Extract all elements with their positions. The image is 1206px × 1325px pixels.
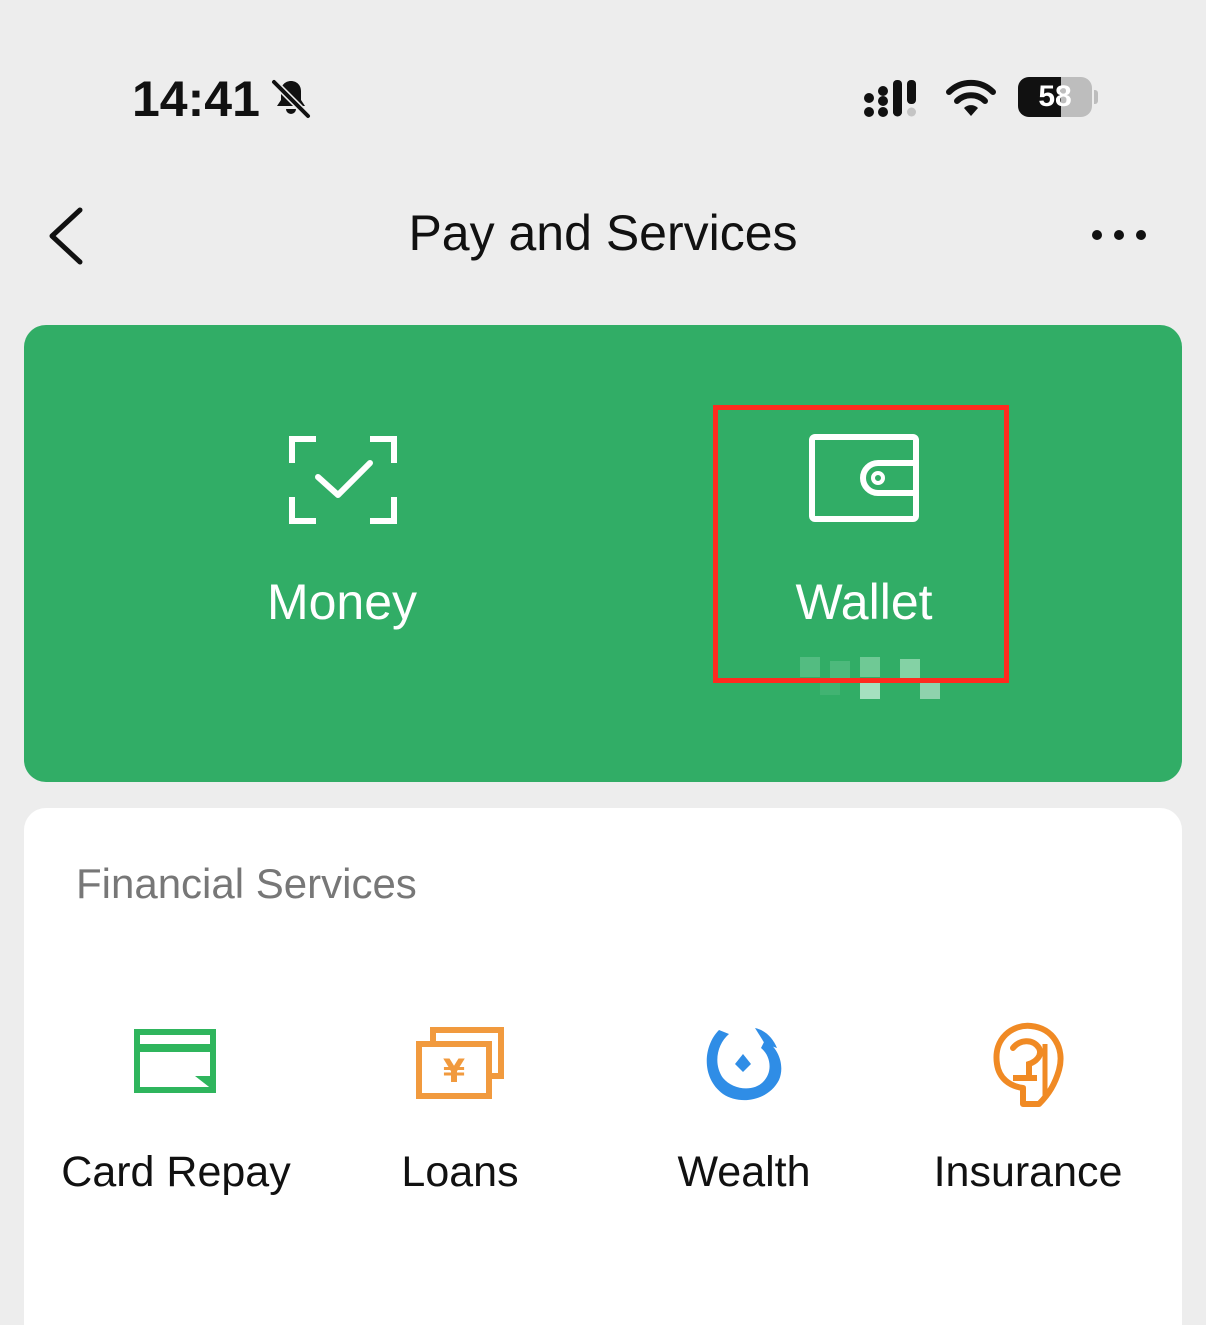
insurance-label: Insurance <box>933 1148 1123 1196</box>
section-title: Financial Services <box>76 860 417 907</box>
status-time: 14:41 <box>132 71 260 127</box>
wifi-icon <box>946 79 996 116</box>
page-title: Pay and Services <box>408 205 798 261</box>
battery-icon: 58 <box>1018 77 1098 119</box>
loans-yen-icon: ¥ <box>416 1027 504 1099</box>
loans-button[interactable]: ¥ Loans <box>320 1008 600 1208</box>
more-button[interactable] <box>1084 210 1154 260</box>
money-label: Money <box>266 574 418 630</box>
pay-actions-card: Money Wallet <box>24 325 1182 782</box>
wealth-button[interactable]: Wealth <box>604 1008 884 1208</box>
money-button[interactable]: Money <box>142 325 542 782</box>
wealth-icon <box>706 1028 782 1101</box>
status-bar: 14:41 58 <box>0 0 1206 150</box>
scan-check-icon <box>289 436 397 524</box>
loans-label: Loans <box>401 1148 519 1196</box>
highlight-box <box>713 405 1009 683</box>
more-dots-icon <box>1092 230 1146 240</box>
card-repay-button[interactable]: Card Repay <box>36 1008 316 1208</box>
battery-level: 58 <box>1038 80 1072 113</box>
card-repay-icon <box>134 1029 216 1093</box>
svg-text:¥: ¥ <box>443 1052 465 1090</box>
insurance-icon <box>993 1022 1064 1107</box>
insurance-button[interactable]: Insurance <box>888 1008 1168 1208</box>
card-repay-label: Card Repay <box>61 1148 291 1196</box>
cellular-signal-icon <box>864 80 916 117</box>
wealth-label: Wealth <box>677 1148 811 1196</box>
financial-services-card: Financial Services Card Repay ¥ Loans We… <box>24 808 1182 1325</box>
bell-slash-icon <box>270 78 312 120</box>
